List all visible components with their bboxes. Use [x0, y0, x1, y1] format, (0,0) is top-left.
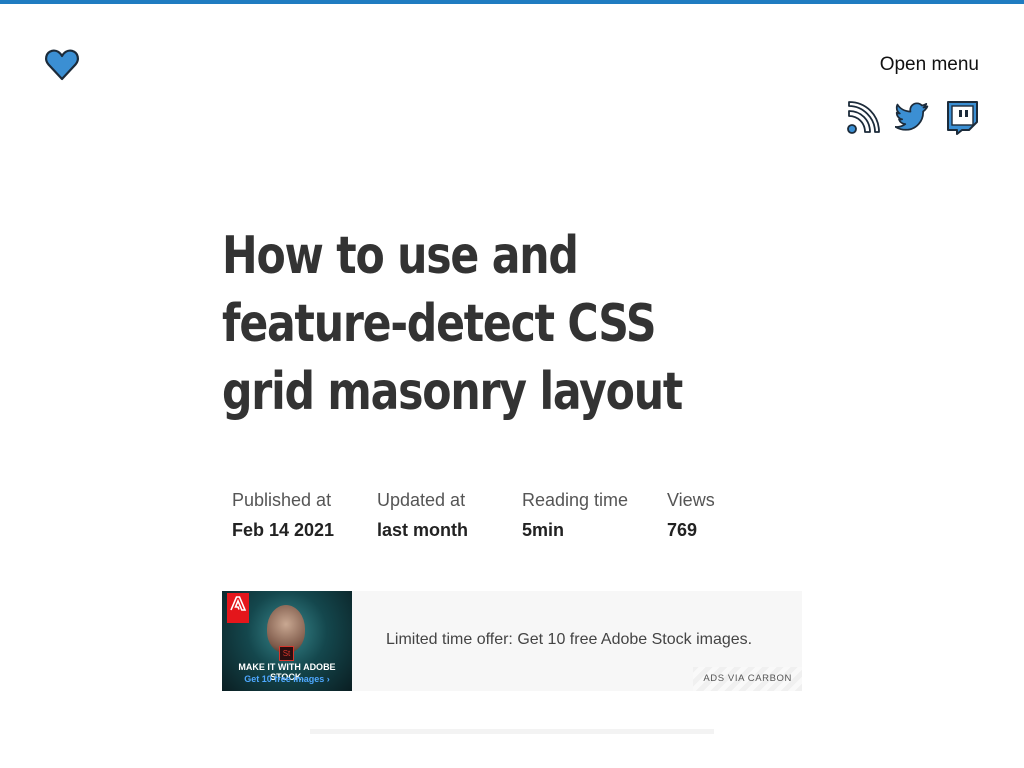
meta-label: Published at [232, 490, 332, 510]
meta-label: Views [667, 490, 715, 510]
rss-link[interactable] [846, 100, 881, 135]
section-divider [310, 729, 714, 734]
meta-views: Views 769 [667, 488, 812, 542]
meta-value: 769 [667, 520, 698, 540]
adobe-logo [227, 593, 249, 623]
heart-icon [45, 49, 79, 81]
meta-value: last month [377, 520, 469, 540]
ad-text-link[interactable]: Limited time offer: Get 10 free Adobe St… [386, 631, 752, 649]
meta-label: Updated at [377, 490, 466, 510]
twitch-icon [947, 101, 978, 135]
carbon-ad: St MAKE IT WITH ADOBE STOCK. Get 10 free… [222, 591, 802, 691]
article-meta: Published at Feb 14 2021 Updated at last… [232, 488, 812, 542]
adobe-a-icon [230, 596, 247, 611]
open-menu-button[interactable]: Open menu [880, 54, 979, 76]
ad-image-link[interactable]: St MAKE IT WITH ADOBE STOCK. Get 10 free… [222, 591, 352, 691]
twitch-link[interactable] [944, 100, 979, 135]
stock-badge: St [279, 646, 294, 661]
social-links [846, 100, 979, 135]
meta-value: 5min [522, 520, 565, 540]
meta-reading-time: Reading time 5min [522, 488, 667, 542]
twitter-icon [894, 102, 929, 131]
twitter-link[interactable] [894, 100, 930, 135]
rss-icon [847, 101, 880, 134]
meta-value: Feb 14 2021 [232, 520, 335, 540]
meta-updated: Updated at last month [377, 488, 522, 542]
top-accent-bar [0, 0, 1024, 4]
article-title: How to use and feature-detect CSS grid m… [222, 226, 683, 422]
ads-via-carbon-link[interactable]: ADS VIA CARBON [693, 667, 802, 691]
ad-image-cta: Get 10 free images › [244, 674, 330, 684]
meta-label: Reading time [522, 490, 629, 510]
home-logo-link[interactable] [44, 46, 80, 82]
meta-published: Published at Feb 14 2021 [232, 488, 377, 542]
